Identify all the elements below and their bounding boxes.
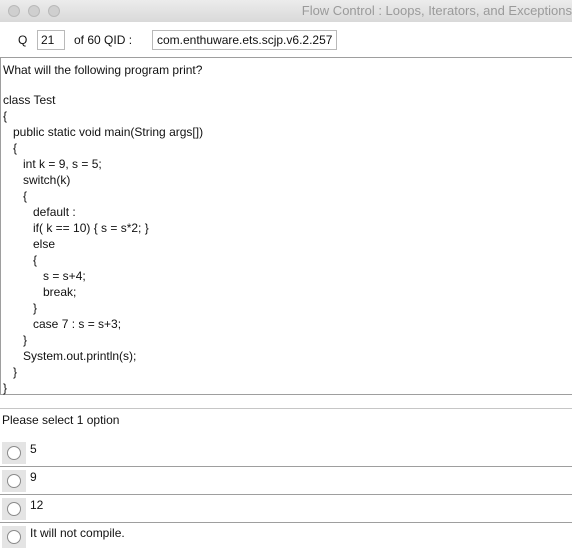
option-row[interactable]: 5: [0, 439, 572, 467]
radio-cell: [2, 442, 26, 464]
question-panel: What will the following program print? c…: [0, 57, 572, 395]
code-line: }: [3, 301, 38, 315]
radio-cell: [2, 526, 26, 548]
code-line: s = s+4;: [3, 269, 86, 283]
option-radio[interactable]: [7, 446, 21, 460]
option-row[interactable]: 12: [0, 495, 572, 523]
option-radio[interactable]: [7, 530, 21, 544]
option-label: It will not compile.: [30, 526, 125, 540]
radio-cell: [2, 470, 26, 492]
question-prompt: What will the following program print?: [3, 63, 203, 77]
code-line: public static void main(String args[]): [3, 125, 204, 139]
option-radio[interactable]: [7, 502, 21, 516]
option-label: 5: [30, 442, 37, 456]
window-title: Flow Control : Loops, Iterators, and Exc…: [301, 3, 572, 18]
option-radio[interactable]: [7, 474, 21, 488]
code-line: int k = 9, s = 5;: [3, 157, 102, 171]
code-line: System.out.println(s);: [3, 349, 137, 363]
close-window-icon[interactable]: [8, 5, 20, 17]
question-navigation-bar: Q 21 of 60 QID : com.enthuware.ets.scjp.…: [0, 22, 572, 58]
options-panel: Please select 1 option 5 9 12 It will no…: [0, 408, 572, 548]
question-id-field[interactable]: com.enthuware.ets.scjp.v6.2.257: [152, 30, 338, 50]
option-label: 12: [30, 498, 44, 512]
code-line: {: [3, 189, 28, 203]
code-line: break;: [3, 285, 77, 299]
code-line: }: [3, 365, 18, 379]
code-line: switch(k): [3, 173, 71, 187]
code-line: case 7 : s = s+3;: [3, 317, 122, 331]
option-row[interactable]: It will not compile.: [0, 523, 572, 551]
window-titlebar: Flow Control : Loops, Iterators, and Exc…: [0, 0, 572, 23]
code-block: class Test { public static void main(Str…: [3, 92, 203, 396]
code-line: }: [3, 333, 28, 347]
options-heading: Please select 1 option: [2, 413, 120, 427]
zoom-window-icon[interactable]: [48, 5, 60, 17]
code-line: else: [3, 237, 56, 251]
code-line: if( k == 10) { s = s*2; }: [3, 221, 149, 235]
code-line: class Test: [3, 93, 56, 107]
option-label: 9: [30, 470, 37, 484]
code-line: {: [3, 253, 38, 267]
option-row[interactable]: 9: [0, 467, 572, 495]
radio-cell: [2, 498, 26, 520]
code-line: {: [3, 141, 18, 155]
code-line: }: [3, 381, 8, 395]
question-number-input[interactable]: 21: [37, 30, 65, 50]
code-line: default :: [3, 205, 76, 219]
question-count-label: of 60 QID :: [74, 33, 133, 47]
code-line: {: [3, 109, 8, 123]
question-label: Q: [18, 33, 28, 47]
minimize-window-icon[interactable]: [28, 5, 40, 17]
